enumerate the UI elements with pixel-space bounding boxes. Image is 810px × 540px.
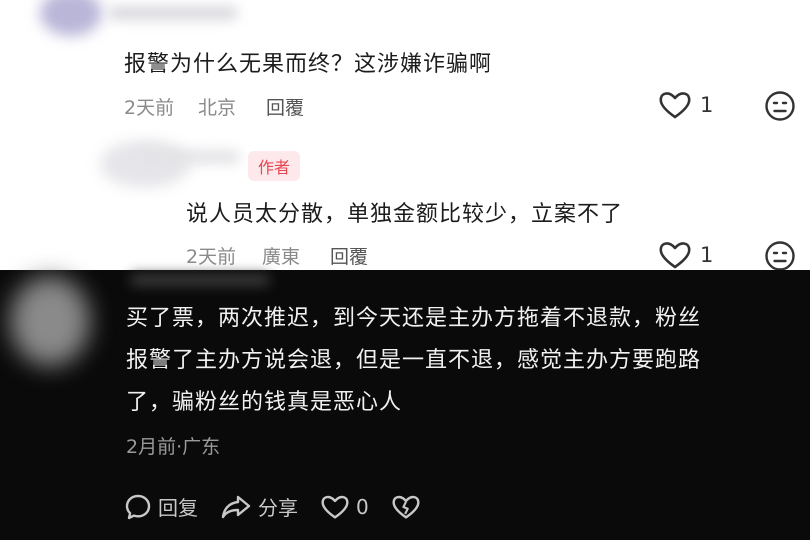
username-blurred: [130, 274, 270, 286]
comment-time: 2天前: [186, 246, 237, 268]
comment-text: 说人员太分散，单独金额比较少，立案不了: [186, 202, 624, 227]
author-badge: 作者: [248, 151, 301, 181]
reply-button[interactable]: 回覆: [266, 93, 304, 120]
reply-button[interactable]: 回复: [124, 492, 198, 521]
avatar-blurred: [100, 140, 190, 188]
broken-heart-icon: [392, 495, 420, 519]
comment-location: 北京: [198, 97, 237, 119]
like-button[interactable]: 1: [658, 90, 713, 120]
comment-meta: 2月前·广东: [126, 436, 221, 458]
comment-text: 报警为什么无果而终？这涉嫌诈骗啊: [124, 52, 493, 77]
comment-text: 买了票，两次推迟，到今天还是主办方拖着不退款，粉丝 报警了主办方说会退，但是一直…: [126, 298, 796, 424]
like-count: 0: [356, 494, 369, 519]
comment-actions: 回复 分享 0: [124, 492, 443, 521]
like-button[interactable]: 0: [320, 494, 369, 520]
heart-outline-icon: [321, 495, 349, 519]
comment-line: 报警了主办方说会退，但是一直不退，感觉主办方要跑路: [126, 348, 702, 373]
dislike-button[interactable]: [391, 494, 421, 520]
avatar-blurred: [10, 276, 90, 366]
dark-comment-panel: 买了票，两次推迟，到今天还是主办方拖着不退款，粉丝 报警了主办方说会退，但是一直…: [0, 270, 810, 540]
comment-line: 买了票，两次推迟，到今天还是主办方拖着不退款，粉丝: [126, 306, 702, 331]
username-blurred: [140, 150, 240, 164]
share-arrow-icon: [221, 495, 251, 518]
username-blurred: [108, 6, 238, 20]
like-count: 1: [700, 93, 714, 117]
share-button[interactable]: 分享: [220, 492, 298, 521]
like-button[interactable]: 1: [658, 240, 713, 270]
share-label: 分享: [258, 496, 298, 520]
heart-outline-icon: [659, 242, 691, 269]
reply-label: 回复: [158, 496, 198, 520]
comment-time: 2天前: [124, 97, 175, 119]
neutral-face-emoji-icon[interactable]: [764, 90, 796, 122]
reply-button[interactable]: 回覆: [330, 242, 368, 269]
neutral-face-emoji-icon[interactable]: [764, 240, 796, 272]
like-count: 1: [700, 243, 714, 267]
light-comments-panel: 报警为什么无果而终？这涉嫌诈骗啊 2天前 北京 回覆 1 作者 说人员太分散，单…: [0, 0, 810, 272]
comment-line: 了，骗粉丝的钱真是恶心人: [126, 390, 403, 415]
comment-location: 廣東: [262, 246, 301, 268]
comment-bubble-icon: [125, 494, 151, 519]
heart-outline-icon: [659, 92, 691, 119]
avatar-blurred: [40, 0, 102, 36]
